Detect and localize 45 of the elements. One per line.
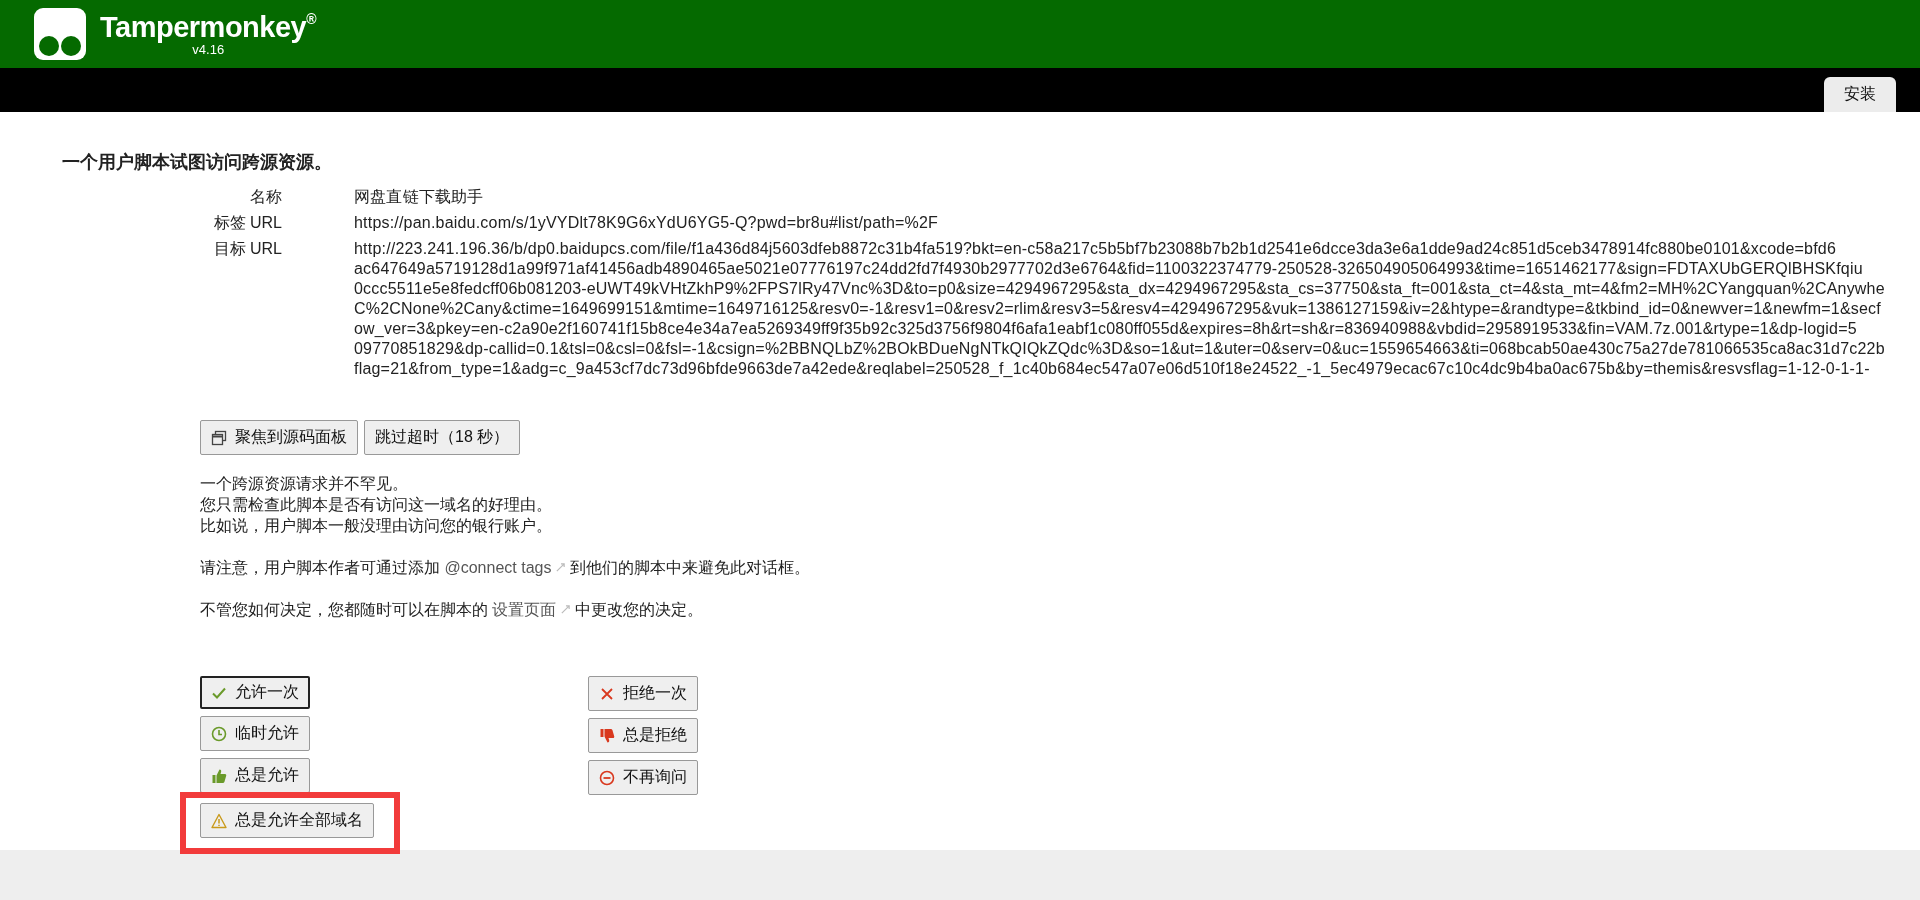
action-button[interactable]: 允许一次 xyxy=(200,676,310,709)
note-text: 不管您如何决定，您都随时可以在脚本的 xyxy=(200,601,488,618)
note-text: 中更改您的决定。 xyxy=(575,601,704,618)
windows-icon xyxy=(211,429,227,446)
logo-icon xyxy=(34,8,86,60)
action-button[interactable]: 不再询问 xyxy=(588,760,698,795)
info-text: 比如说，用户脚本一般没理由访问您的银行账户。 xyxy=(200,516,553,536)
action-button[interactable]: 总是拒绝 xyxy=(588,718,698,753)
field-value: https://pan.baidu.com/s/1yVYDlt78K9G6xYdU6YG5-Q?pwd=br8u#list/path=%2F xyxy=(354,213,940,233)
thumbs-down-icon xyxy=(599,727,615,744)
external-link-icon xyxy=(555,562,567,573)
minus-circle-icon xyxy=(599,769,615,786)
field-value: ac647649a5719128d1a99f971af41456adb4890465ae5021e07776197c24dd2fd7f4930b2977702d3e6764&fid=1100322374779-250528-326504905064993&time=1651462177&sign=FDTAXUbGERQlBHSKfqiu xyxy=(354,259,1864,279)
version-label: v4.16 xyxy=(192,42,225,57)
field-value: C%2CNone%2Cany&ctime=1649699151&mtime=1649716125&resv0=-1&resv1=0&resv2=rlim&resv3=5&resv4=4294967295&vuk=1386127159&iv=2&htype=&randtype=&tkbind_id=0&newver=1&newfm=1&secf xyxy=(354,299,1882,319)
text-link[interactable]: @connect tags xyxy=(444,559,552,576)
note-text: 到他们的脚本中来避免此对话框。 xyxy=(570,559,811,576)
field-value: 09770851829&dp-callid=0.1&tsl=0&csl=0&fsl=-1&csign=%2BBNQLbZ%2BOkBDueNgNTkQIQkZQdc%3D&so=1&ut=1&uter=0&serv=0&uc=1559654663&ti=068bcab50ae430c75a27de781066535ca8ac31d7c22b xyxy=(354,339,1886,359)
field-value: http://223.241.196.36/b/dp0.baidupcs.com/file/f1a436d84j5603dfeb8872c31b4fa519?bkt=en-c58a217c5b5bf7b23088b7b2b1d2541e6dcce3da3e6a1dde9ad24c851d5ceb3478914fc880be0101&xcode=bfd6 xyxy=(354,239,1838,259)
warning-icon xyxy=(211,812,227,829)
dialog-heading: 一个用户脚本试图访问跨源资源。 xyxy=(62,151,333,174)
text-link[interactable]: 设置页面 xyxy=(492,601,557,618)
field-value: 0ccc5511e5e8fedcff06b081203-eUWT49kVHtZkhP9%2FPS7lRy47Vnc%3D&to=p0&size=4294967295&sta_dx=4294967295&sta_cs=37750&sta_ft=001&sta_ct=4&sta_mt=4&fm2=MH%2CYangquan%2CAnywhe xyxy=(354,279,1886,299)
field-label: 标签 URL xyxy=(212,213,282,233)
external-link-icon xyxy=(560,604,572,615)
field-value: 网盘直链下载助手 xyxy=(354,187,485,207)
action-button[interactable]: 总是允许全部域名 xyxy=(200,803,374,838)
action-button[interactable]: 临时允许 xyxy=(200,716,310,751)
field-value: flag=21&from_type=1&adg=c_9a453cf7dc73d96bfde9663de7a42ede&reqlabel=250528_f_1c40b684ec547a07e06d510f18e24522_-1_5ec4979ecac67c10c4dc9b4ba0ac675b&by=themis&resvsflag=1-12-0-1-1- xyxy=(354,359,1871,379)
close-icon xyxy=(599,685,615,702)
registered-mark: ® xyxy=(306,11,317,27)
field-label: 目标 URL xyxy=(212,239,282,259)
source-button[interactable]: 聚焦到源码面板 xyxy=(200,420,358,455)
field-value: ow_ver=3&pkey=en-c2a90e2f160741f15b8ce4e34a7ea5269349ff9f35b92c325d3756f9804f6afa1eabf1c080ff055d&expires=8h&rt=sh&r=836940988&vbdid=2958919533&fin=VAM.7z.001&rtype=1&dp-logid=5 xyxy=(354,319,1858,339)
tab[interactable]: 安装 xyxy=(1824,77,1896,112)
thumbs-up-icon xyxy=(211,767,227,784)
info-text: 一个跨源资源请求并不罕见。 xyxy=(200,474,409,494)
action-button[interactable]: 总是允许 xyxy=(200,758,310,793)
info-text: 您只需检查此脚本是否有访问这一域名的好理由。 xyxy=(200,495,553,515)
field-label: 名称 xyxy=(249,187,282,207)
action-button[interactable]: 拒绝一次 xyxy=(588,676,698,711)
source-button[interactable]: 跳过超时（18 秒） xyxy=(364,420,521,455)
note-text: 请注意，用户脚本作者可通过添加 xyxy=(200,559,440,576)
clock-icon xyxy=(211,725,227,742)
app-title: Tampermonkey xyxy=(100,11,307,43)
